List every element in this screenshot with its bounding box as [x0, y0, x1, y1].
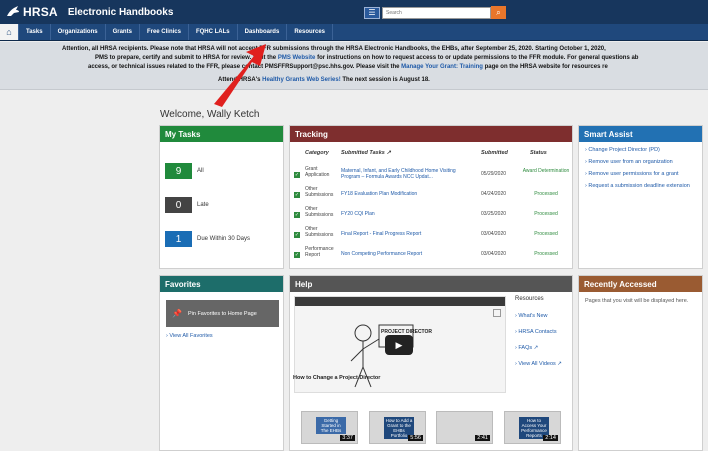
home-icon[interactable]: ⌂ — [0, 24, 19, 40]
smart-assist-title: Smart Assist — [579, 126, 702, 142]
tracking-panel: Tracking Category Submitted Tasks ↗ Subm… — [289, 125, 573, 269]
tracking-title: Tracking — [290, 126, 572, 142]
play-icon[interactable]: ▶ — [385, 335, 413, 355]
view-all-favorites-link[interactable]: › View All Favorites — [166, 333, 213, 339]
video-thumbnail[interactable]: How to Access Your Performance Reports 2… — [504, 411, 561, 444]
task-link[interactable]: Maternal, Infant, and Early Childhood Ho… — [341, 168, 469, 180]
resources-title: Resources — [515, 296, 544, 302]
my-tasks-title: My Tasks — [160, 126, 283, 142]
task-row-due[interactable]: 1 Due Within 30 Days — [165, 231, 250, 247]
check-icon: ✓ — [294, 192, 300, 198]
table-row: ✓ Other Submissions Final Report - Final… — [294, 226, 558, 238]
hrsa-logo[interactable]: HRSA — [5, 4, 58, 20]
recently-accessed-title: Recently Accessed — [579, 276, 702, 292]
search-input[interactable] — [382, 6, 491, 19]
help-panel: Help PROJECT DIRECTOR ▶ How to Change a … — [289, 275, 573, 451]
table-row: ✓ Performance Report Non Competing Perfo… — [294, 246, 558, 258]
check-icon: ✓ — [294, 252, 300, 258]
col-submitted: Submitted — [481, 150, 508, 156]
red-arrow-annotation — [214, 44, 266, 107]
search-bar: ☰ ⌕ — [364, 6, 506, 19]
favorites-title: Favorites — [160, 276, 283, 292]
manage-your-grant-link[interactable]: Manage Your Grant: Training — [401, 64, 483, 70]
tab-dashboards[interactable]: Dashboards — [238, 24, 288, 40]
welcome-message: Welcome, Wally Ketch — [160, 109, 260, 120]
smart-assist-panel: Smart Assist › Change Project Director (… — [578, 125, 703, 269]
task-count-all: 9 — [165, 163, 192, 179]
announcement-line-2: PMS to prepare, certify and submit to HR… — [95, 55, 639, 61]
task-row-all[interactable]: 9 All — [165, 163, 204, 179]
my-tasks-panel: My Tasks 9 All 0 Late 1 Due Within 30 Da… — [159, 125, 284, 269]
tab-organizations[interactable]: Organizations — [51, 24, 106, 40]
logo-text: HRSA — [23, 5, 58, 19]
share-icon[interactable] — [493, 309, 501, 317]
favorites-panel: Favorites 📌 Pin Favorites to Home Page ›… — [159, 275, 284, 451]
col-category: Category — [305, 150, 329, 156]
deadline-extension-link[interactable]: › Request a submission deadline extensio… — [585, 183, 700, 190]
table-row: ✓ Other Submissions FY20 CQI Plan 03/25/… — [294, 206, 558, 218]
tab-tasks[interactable]: Tasks — [19, 24, 51, 40]
check-icon: ✓ — [294, 172, 300, 178]
hhs-eagle-icon — [7, 6, 19, 16]
hamburger-menu-icon[interactable]: ☰ — [364, 6, 380, 19]
task-count-due: 1 — [165, 231, 192, 247]
col-status: Status — [530, 150, 547, 156]
search-icon: ⌕ — [496, 7, 501, 17]
change-pd-link[interactable]: › Change Project Director (PD) — [585, 147, 700, 154]
video-thumbnail[interactable]: Getting Started in The EHBs 3:37 — [301, 411, 358, 444]
video-thumbnail[interactable]: 2:41 — [436, 411, 493, 444]
video-caption: How to Change a Project Director — [293, 375, 381, 381]
task-row-late[interactable]: 0 Late — [165, 197, 209, 213]
announcement-line-1: Attention, all HRSA recipients. Please n… — [62, 46, 606, 52]
task-link[interactable]: FY20 CQI Plan — [341, 211, 469, 217]
pin-icon: 📌 — [172, 309, 182, 318]
whats-new-link[interactable]: › What's New — [515, 313, 548, 319]
task-label-all: All — [197, 168, 204, 174]
announcement-banner: Attention, all HRSA recipients. Please n… — [0, 42, 708, 90]
check-icon: ✓ — [294, 232, 300, 238]
task-link[interactable]: Non Competing Performance Report — [341, 251, 469, 257]
main-nav: ⌂ Tasks Organizations Grants Free Clinic… — [0, 24, 708, 41]
view-all-videos-link[interactable]: › View All Videos ↗ — [515, 361, 562, 367]
task-link[interactable]: Final Report - Final Progress Report — [341, 231, 469, 237]
help-title: Help — [290, 276, 572, 292]
top-header: HRSA Electronic Handbooks ☰ ⌕ — [0, 0, 708, 24]
app-title: Electronic Handbooks — [67, 6, 174, 18]
remove-user-link[interactable]: › Remove user from an organization — [585, 159, 700, 166]
hrsa-contacts-link[interactable]: › HRSA Contacts — [515, 329, 557, 335]
table-row: ✓ Other Submissions FY18 Evaluation Plan… — [294, 186, 558, 198]
task-link[interactable]: FY18 Evaluation Plan Modification — [341, 191, 469, 197]
pin-favorites-button[interactable]: 📌 Pin Favorites to Home Page — [166, 300, 279, 327]
table-row: ✓ Grant Application Maternal, Infant, an… — [294, 166, 570, 180]
tab-fqhc-lals[interactable]: FQHC LALs — [189, 24, 238, 40]
pms-website-link[interactable]: PMS Website — [278, 55, 316, 61]
task-label-late: Late — [197, 202, 209, 208]
video-thumbnail[interactable]: How to Add a Grant to the EHBs Portfolio… — [369, 411, 426, 444]
tab-free-clinics[interactable]: Free Clinics — [140, 24, 189, 40]
faqs-link[interactable]: › FAQs ↗ — [515, 345, 538, 351]
announcement-line-3: access, or technical issues related to t… — [88, 64, 608, 70]
tab-resources[interactable]: Resources — [287, 24, 333, 40]
video-title-bar — [295, 297, 505, 306]
recently-accessed-panel: Recently Accessed Pages that you visit w… — [578, 275, 703, 451]
search-button[interactable]: ⌕ — [491, 6, 506, 19]
check-icon: ✓ — [294, 212, 300, 218]
tab-grants[interactable]: Grants — [106, 24, 140, 40]
recently-accessed-text: Pages that you visit will be displayed h… — [585, 298, 689, 304]
remove-permissions-link[interactable]: › Remove user permissions for a grant — [585, 171, 700, 178]
col-submitted-tasks[interactable]: Submitted Tasks ↗ — [341, 150, 391, 156]
task-label-due: Due Within 30 Days — [197, 236, 251, 242]
task-count-late: 0 — [165, 197, 192, 213]
